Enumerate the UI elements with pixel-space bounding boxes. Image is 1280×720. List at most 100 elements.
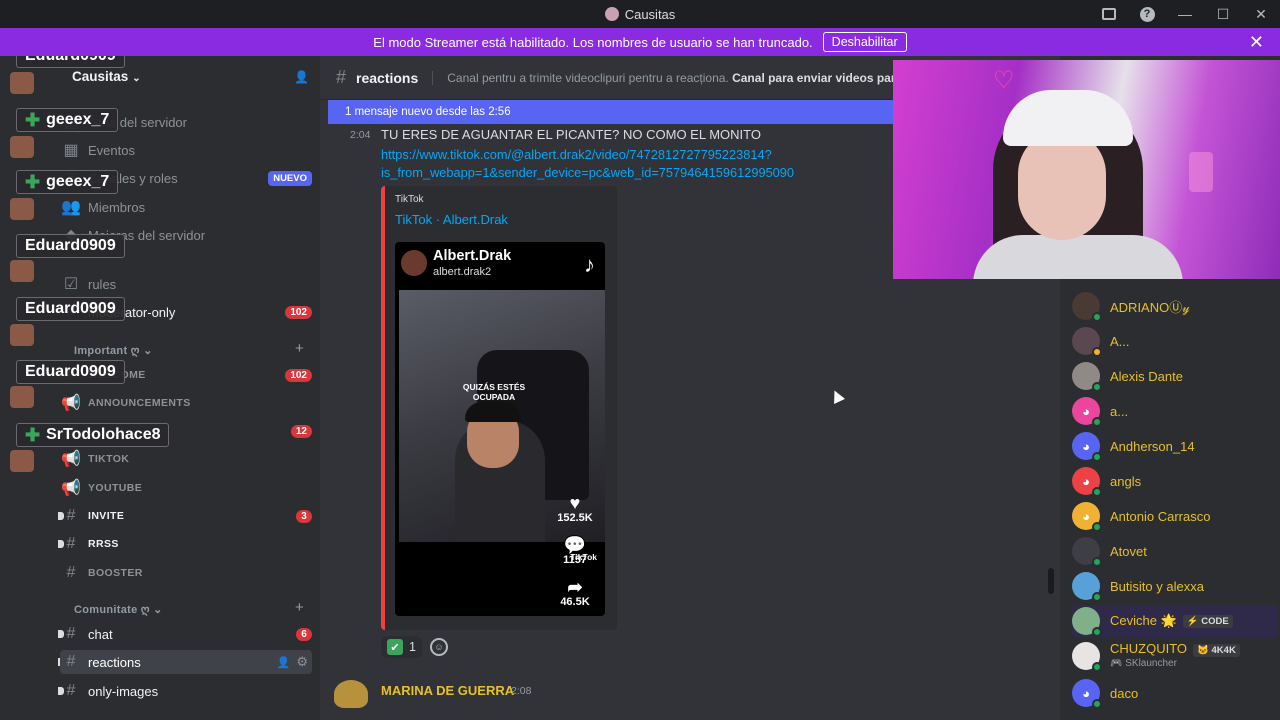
- overlay-speaking-tag: ✚ SrTodolohace8: [16, 423, 170, 447]
- maximize-button[interactable]: ☐: [1204, 0, 1242, 28]
- check-emoji-icon: ✔: [387, 639, 403, 655]
- sidebar-item-announcements[interactable]: 📢 ANNOUNCEMENTS: [60, 391, 312, 415]
- new-messages-bar[interactable]: 1 mensaje nuevo desde las 2:56: [328, 100, 928, 124]
- window-title: Causitas: [624, 6, 676, 22]
- channel-sidebar: Causitas⌄ 👤 ▤Guía del servidor ▦Eventos …: [0, 56, 320, 720]
- invite-icon[interactable]: 👤: [277, 656, 291, 669]
- idle-status-icon: [1092, 347, 1102, 357]
- overlay-name-tag: Eduard0909: [16, 56, 125, 68]
- online-status-icon: [1092, 487, 1102, 497]
- channel-name: reactions: [356, 69, 419, 86]
- category-community[interactable]: Comunitate ღ ⌄: [74, 603, 163, 616]
- add-channel-icon[interactable]: +: [295, 599, 304, 616]
- close-window-button[interactable]: ✕: [1242, 0, 1280, 28]
- speaking-icon: ✚: [25, 171, 41, 192]
- tiktok-logo-icon: ♪: [584, 252, 595, 277]
- shares-stat: ➦ 46.5K: [555, 578, 595, 608]
- minimize-button[interactable]: —: [1166, 0, 1204, 28]
- add-reaction-icon[interactable]: ☺: [429, 638, 448, 656]
- member-item[interactable]: Butisito y alexxa: [1072, 570, 1277, 602]
- sidebar-item-only-images[interactable]: # only-images: [60, 679, 312, 703]
- sidebar-item-events[interactable]: ▦ Eventos: [60, 138, 312, 162]
- online-status-icon: [1092, 627, 1102, 637]
- member-item[interactable]: ◕ daco: [1072, 677, 1277, 709]
- disable-streamer-button[interactable]: Deshabilitar: [822, 32, 907, 52]
- member-tag: 🐱 4K4K: [1193, 644, 1240, 657]
- invite-people-icon[interactable]: 👤: [294, 70, 309, 84]
- server-name: Causitas: [72, 69, 129, 84]
- author-handle: albert.drak2: [433, 266, 492, 278]
- overlay-avatar: [10, 198, 34, 220]
- message-timestamp: 2:04: [350, 129, 371, 141]
- server-name-header[interactable]: Causitas ⌄: [72, 69, 141, 84]
- streamer-mode-banner: El modo Streamer está habilitado. Los no…: [0, 28, 1280, 56]
- sidebar-item-members[interactable]: 👥 Miembros: [60, 195, 312, 219]
- sidebar-item-invite[interactable]: # INVITE 3: [60, 504, 312, 528]
- member-activity: 🎮 SKlauncher: [1110, 658, 1177, 669]
- member-item[interactable]: ◕ Antonio Carrasco: [1072, 500, 1277, 532]
- sidebar-item-reactions[interactable]: # reactions 👤 ⚙: [60, 650, 312, 674]
- help-icon: ?: [1139, 6, 1155, 22]
- member-name: CHUZQUITO 🐱 4K4K: [1110, 642, 1240, 657]
- sidebar-item-chat[interactable]: # chat 6: [60, 622, 312, 646]
- member-item[interactable]: Alexis Dante: [1072, 360, 1277, 392]
- chat-scrollbar[interactable]: [1048, 568, 1054, 594]
- member-item[interactable]: ◕ angls: [1072, 465, 1277, 497]
- megaphone-icon: 📢: [61, 451, 81, 468]
- cap-shape: [465, 402, 521, 422]
- avatar: [1072, 607, 1102, 637]
- category-important[interactable]: Important ღ ⌄: [74, 344, 153, 357]
- member-item[interactable]: ◕ Andherson_14: [1072, 430, 1277, 462]
- member-item[interactable]: ADRIANOⓊ𝓎: [1072, 290, 1277, 322]
- window-title-group: Causitas: [604, 6, 676, 22]
- help-button[interactable]: ?: [1128, 0, 1166, 28]
- discord-avatar-icon: ◕: [1072, 432, 1102, 462]
- gear-icon[interactable]: ⚙: [296, 654, 308, 670]
- sidebar-item-youtube[interactable]: 📢 YOUTUBE: [60, 476, 312, 500]
- member-item[interactable]: ◕ a...: [1072, 395, 1277, 427]
- sidebar-item-tiktok[interactable]: 📢 TIKTOK: [60, 447, 312, 471]
- avatar: [1072, 327, 1102, 357]
- inbox-icon: [1102, 8, 1116, 20]
- server-logo-icon: [604, 7, 619, 21]
- avatar: [1072, 572, 1102, 602]
- overlay-name-tag: Eduard0909: [16, 360, 125, 384]
- member-item[interactable]: A...: [1072, 325, 1277, 357]
- discord-avatar-icon: ◕: [1072, 397, 1102, 427]
- rules-icon: ☑: [63, 276, 79, 293]
- avatar: [1072, 642, 1102, 672]
- overlay-name-tag: Eduard0909: [16, 297, 125, 321]
- online-status-icon: [1092, 417, 1102, 427]
- overlay-speaking-tag: ✚ geeex_7: [16, 108, 119, 132]
- channel-topic[interactable]: Canal pentru a trimite videoclipuri pent…: [432, 70, 940, 85]
- heart-icon: ♥: [569, 493, 581, 513]
- message-author[interactable]: MARINA DE GUERRA: [381, 683, 514, 698]
- sidebar-item-booster[interactable]: # BOOSTER: [60, 561, 312, 585]
- members-icon: 👥: [61, 199, 81, 216]
- hash-icon: #: [66, 507, 76, 524]
- hash-icon: #: [66, 682, 76, 699]
- inbox-button[interactable]: [1090, 0, 1128, 28]
- message-link[interactable]: https://www.tiktok.com/@albert.drak2/vid…: [381, 146, 801, 182]
- reaction-check[interactable]: ✔ 1: [381, 636, 422, 658]
- sidebar-item-rrss[interactable]: # RRSS: [60, 532, 312, 556]
- lamp-shape: [1189, 152, 1213, 192]
- avatar: [1072, 362, 1102, 392]
- member-item[interactable]: Ceviche 🌟 ⚡ CODE: [1072, 605, 1277, 637]
- embed-title[interactable]: TikTok · Albert.Drak: [395, 212, 508, 227]
- video-caption: QUIZÁS ESTÉS OCUPADA: [462, 382, 526, 402]
- megaphone-icon: 📢: [61, 480, 81, 497]
- online-status-icon: [1092, 592, 1102, 602]
- online-status-icon: [1092, 452, 1102, 462]
- add-channel-icon[interactable]: +: [295, 340, 304, 357]
- banner-close-icon[interactable]: ✕: [1249, 33, 1264, 51]
- sidebar-item-rules[interactable]: ☑ rules: [60, 272, 312, 296]
- member-item[interactable]: CHUZQUITO 🐱 4K4K 🎮 SKlauncher: [1072, 640, 1277, 672]
- tiktok-preview[interactable]: Albert.Drak albert.drak2 ♪ QUIZÁS ESTÉS …: [395, 242, 605, 616]
- online-status-icon: [1092, 662, 1102, 672]
- discord-avatar-icon: ◕: [1072, 679, 1102, 709]
- avatar[interactable]: [334, 680, 368, 708]
- megaphone-icon: 📢: [61, 395, 81, 412]
- member-item[interactable]: Atovet: [1072, 535, 1277, 567]
- unread-badge: 102: [285, 305, 312, 319]
